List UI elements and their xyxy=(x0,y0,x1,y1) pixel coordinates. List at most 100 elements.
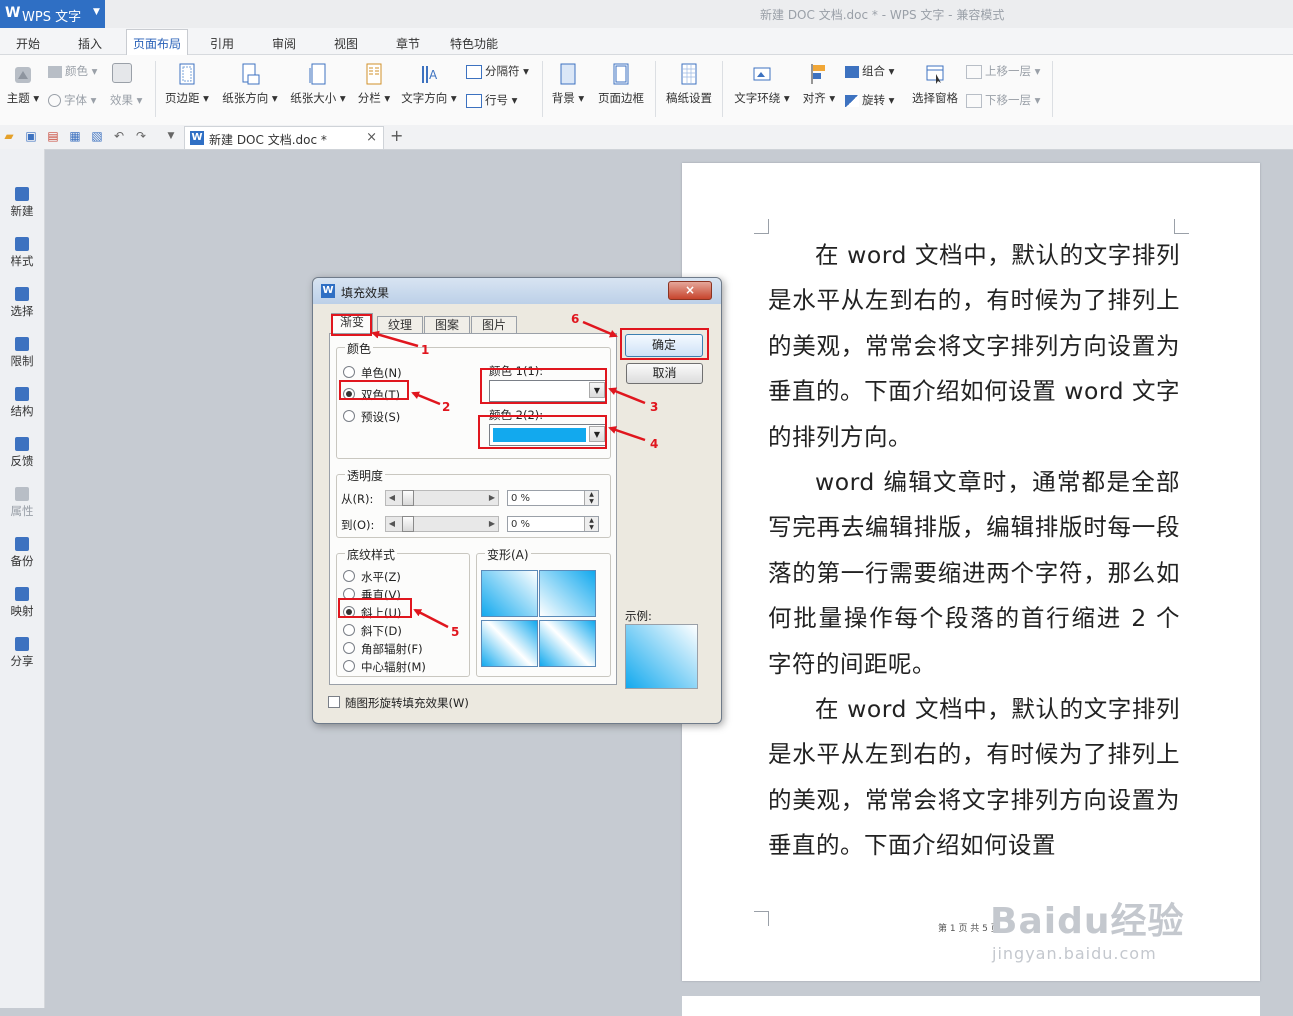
variant-4[interactable] xyxy=(539,620,596,667)
radio-from-corner[interactable]: 角部辐射(F) xyxy=(343,641,423,657)
sidebar-item-properties[interactable]: 属性 xyxy=(0,487,44,519)
annotation-box-3 xyxy=(480,368,607,404)
close-tab-icon[interactable]: × xyxy=(366,130,377,145)
variant-2[interactable] xyxy=(539,570,596,617)
sidebar-item-new[interactable]: 新建 xyxy=(0,187,44,219)
redo-icon[interactable]: ↷ xyxy=(134,129,148,143)
spin-arrows-icon[interactable]: ▲ ▼ xyxy=(584,517,598,531)
sidebar-item-style[interactable]: 样式 xyxy=(0,237,44,269)
rotate-button[interactable]: 旋转 ▾ xyxy=(845,92,894,108)
chevron-right-icon[interactable]: ▶ xyxy=(486,491,498,505)
from-value-input[interactable]: 0 % ▲ ▼ xyxy=(507,490,599,506)
paragraph[interactable]: 在 word 文档中，默认的文字排列是水平从左到右的，有时候为了排列上的美观，常… xyxy=(768,233,1180,460)
wrap-text-button[interactable]: 文字环绕 ▾ xyxy=(732,63,792,106)
tab-insert[interactable]: 插入 xyxy=(72,32,108,55)
structure-icon xyxy=(15,387,29,401)
sidebar-item-share[interactable]: 分享 xyxy=(0,637,44,669)
radio-one-color[interactable]: 单色(N) xyxy=(343,365,402,381)
tab-references[interactable]: 引用 xyxy=(204,32,240,55)
margins-button[interactable]: 页边距 ▾ xyxy=(162,63,212,106)
tab-chapter[interactable]: 章节 xyxy=(390,32,426,55)
selection-pane-icon xyxy=(926,65,944,84)
slider-thumb[interactable] xyxy=(402,490,414,506)
to-value-input[interactable]: 0 % ▲ ▼ xyxy=(507,516,599,532)
effect-button[interactable]: 效果 ▾ xyxy=(110,92,142,108)
from-label: 从(R): xyxy=(341,492,374,506)
breaks-button[interactable]: 分隔符 ▾ xyxy=(466,63,529,79)
cancel-button[interactable]: 取消 xyxy=(626,363,703,384)
sidebar-item-map[interactable]: 映射 xyxy=(0,587,44,619)
tab-start[interactable]: 开始 xyxy=(10,32,46,55)
radio-preset[interactable]: 预设(S) xyxy=(343,409,400,425)
font-button[interactable]: 字体 ▾ xyxy=(48,92,96,108)
paragraph[interactable]: 在 word 文档中，默认的文字排列是水平从左到右的，有时候为了排列上的美观，常… xyxy=(768,687,1180,869)
radio-horizontal[interactable]: 水平(Z) xyxy=(343,569,401,585)
sidebar-item-restrict[interactable]: 限制 xyxy=(0,337,44,369)
group-button[interactable]: 组合 ▾ xyxy=(845,63,894,79)
tab-picture[interactable]: 图片 xyxy=(471,316,517,334)
to-slider[interactable]: ◀ ▶ xyxy=(385,516,499,532)
paragraph[interactable]: word 编辑文章时，通常都是全部写完再去编辑排版，编辑排版时每一段落的第一行需… xyxy=(768,460,1180,687)
orientation-icon xyxy=(242,63,260,85)
dialog-title: 填充效果 xyxy=(341,286,390,300)
radio-diagonal-down[interactable]: 斜下(D) xyxy=(343,623,402,639)
rotate-with-shape-checkbox[interactable]: 随图形旋转填充效果(W) xyxy=(328,695,469,711)
to-label: 到(O): xyxy=(341,518,375,532)
variant-3[interactable] xyxy=(481,620,538,667)
margin-corner-mark xyxy=(754,911,769,926)
tab-page-layout[interactable]: 页面布局 xyxy=(126,29,189,57)
app-menu-button[interactable]: W WPS 文字 ▼ xyxy=(0,0,105,28)
text-direction-button[interactable]: A 文字方向 ▾ xyxy=(400,63,458,106)
dialog-title-bar[interactable]: W 填充效果 × xyxy=(313,278,721,304)
from-slider[interactable]: ◀ ▶ xyxy=(385,490,499,506)
annotation-box-6 xyxy=(620,328,709,360)
bring-forward-button[interactable]: 上移一层 ▾ xyxy=(966,63,1040,79)
tab-pattern[interactable]: 图案 xyxy=(424,316,470,334)
align-button[interactable]: 对齐 ▾ xyxy=(800,63,838,106)
ribbon: 主题 ▾ 颜色 ▾ 字体 ▾ 效果 ▾ 页边距 ▾ 纸张方向 ▾ 纸张大小 ▾ … xyxy=(0,55,1293,126)
undo-icon[interactable]: ↶ xyxy=(112,129,126,143)
slider-thumb[interactable] xyxy=(402,516,414,532)
save-icon[interactable]: ▣ xyxy=(24,129,38,143)
watermark-url: jingyan.baidu.com xyxy=(992,944,1157,963)
variant-1[interactable] xyxy=(481,570,538,617)
draft-settings-button[interactable]: 稿纸设置 xyxy=(662,63,716,106)
tab-view[interactable]: 视图 xyxy=(328,32,364,55)
tab-texture[interactable]: 纹理 xyxy=(377,316,423,334)
dialog-close-button[interactable]: × xyxy=(668,281,712,300)
print-preview-icon[interactable]: ▧ xyxy=(90,129,104,143)
sidebar-item-select[interactable]: 选择 xyxy=(0,287,44,319)
line-numbers-button[interactable]: 行号 ▾ xyxy=(466,92,517,108)
sidebar-item-backup[interactable]: 备份 xyxy=(0,537,44,569)
document-tab[interactable]: W 新建 DOC 文档.doc * × xyxy=(184,126,384,149)
sidebar-item-feedback[interactable]: 反馈 xyxy=(0,437,44,469)
variants-group: 变形(A) xyxy=(476,546,611,677)
selection-pane-button[interactable]: 选择窗格 xyxy=(908,63,962,106)
document-page[interactable]: 在 word 文档中，默认的文字排列是水平从左到右的，有时候为了排列上的美观，常… xyxy=(682,163,1260,981)
new-tab-button[interactable]: + xyxy=(390,126,403,145)
background-button[interactable]: 背景 ▾ xyxy=(549,63,587,106)
theme-button[interactable]: 主题 ▾ xyxy=(5,63,41,106)
radio-from-center[interactable]: 中心辐射(M) xyxy=(343,659,426,675)
chevron-left-icon[interactable]: ◀ xyxy=(386,517,398,531)
chevron-right-icon[interactable]: ▶ xyxy=(486,517,498,531)
open-folder-icon[interactable]: ▰ xyxy=(2,129,16,143)
export-pdf-icon[interactable]: ▤ xyxy=(46,129,60,143)
shading-group-label: 底纹样式 xyxy=(345,546,398,563)
page-border-button[interactable]: 页面边框 xyxy=(594,63,648,106)
ribbon-divider xyxy=(1052,61,1053,117)
send-backward-button[interactable]: 下移一层 ▾ xyxy=(966,92,1040,108)
tab-special[interactable]: 特色功能 xyxy=(444,32,504,55)
paper-size-button[interactable]: 纸张大小 ▾ xyxy=(288,63,348,106)
spin-arrows-icon[interactable]: ▲ ▼ xyxy=(584,491,598,505)
color-button[interactable]: 颜色 ▾ xyxy=(48,63,97,79)
document-body[interactable]: 在 word 文档中，默认的文字排列是水平从左到右的，有时候为了排列上的美观，常… xyxy=(768,233,1180,869)
orientation-button[interactable]: 纸张方向 ▾ xyxy=(220,63,280,106)
columns-button[interactable]: 分栏 ▾ xyxy=(355,63,393,106)
chevron-left-icon[interactable]: ◀ xyxy=(386,491,398,505)
customize-dropdown-icon[interactable]: ▼ xyxy=(164,129,178,143)
sidebar-item-structure[interactable]: 结构 xyxy=(0,387,44,419)
tab-review[interactable]: 审阅 xyxy=(266,32,302,55)
print-icon[interactable]: ▦ xyxy=(68,129,82,143)
annotation-box-2 xyxy=(339,380,409,400)
